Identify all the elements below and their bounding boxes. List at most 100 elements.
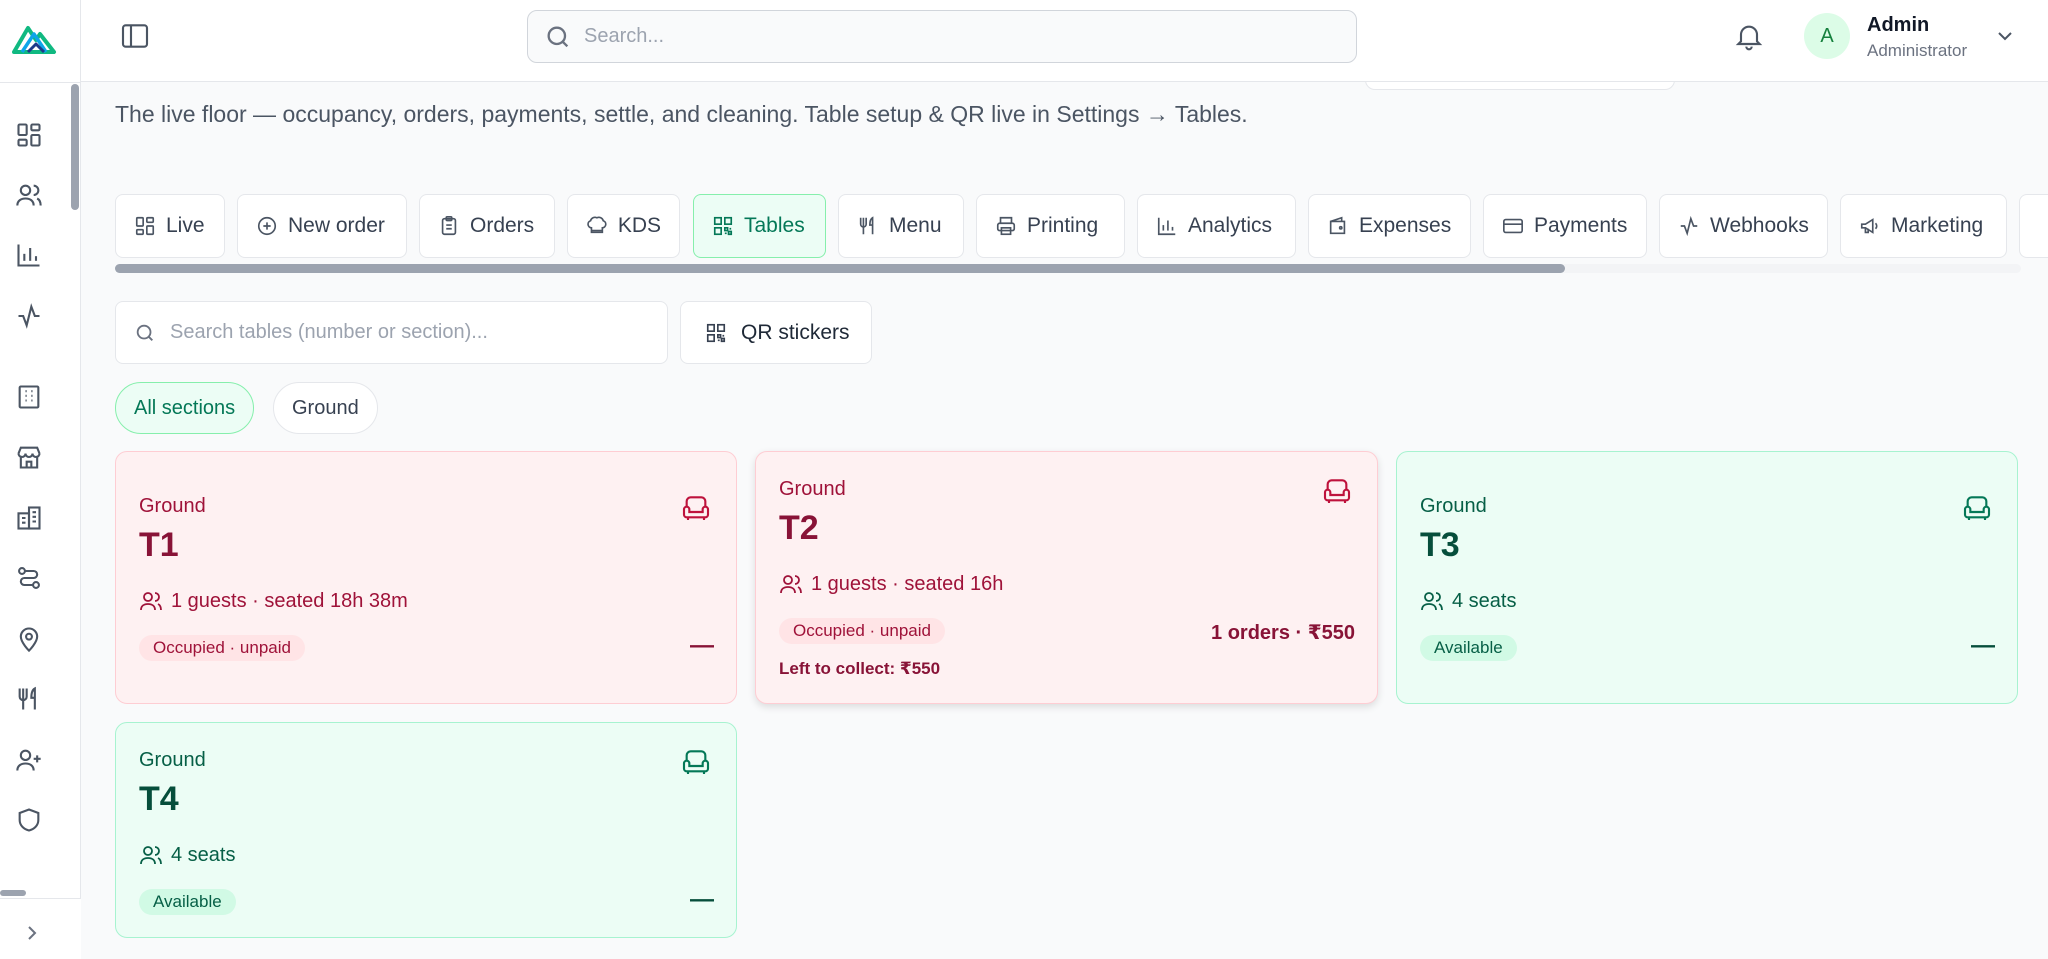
table-card-t4[interactable]: Ground T4 4 seats Available — [115, 722, 737, 938]
building-icon[interactable] [14, 382, 44, 412]
table-guests: 1 guests · seated 18h 38m [139, 589, 408, 613]
table-section: Ground [139, 495, 206, 517]
users-icon[interactable] [14, 180, 44, 210]
table-orders-summary: — [690, 886, 714, 913]
global-search-input[interactable] [584, 25, 1324, 48]
tab-label: Webhooks [1710, 214, 1809, 237]
tab-webhooks[interactable]: Webhooks [1659, 194, 1828, 258]
table-orders-summary: 1 orders · ₹550 [1211, 622, 1355, 644]
status-badge: Available [139, 889, 236, 915]
module-tabs: Live New order Orders KDS Tables Menu Pr… [115, 194, 2048, 258]
table-section: Ground [1420, 495, 1487, 517]
bar-chart-icon [1157, 217, 1176, 236]
users-icon [1421, 592, 1443, 611]
sidebar-toggle-icon[interactable] [119, 20, 151, 52]
activity-icon[interactable] [14, 301, 44, 331]
tab-analytics[interactable]: Analytics [1137, 194, 1296, 258]
header-action-box[interactable] [1365, 82, 1675, 90]
table-number: T2 [779, 509, 819, 547]
guests-text: 1 guests · seated 18h 38m [171, 589, 408, 612]
tab-label: Tables [744, 214, 805, 237]
table-seats: 4 seats [139, 843, 235, 867]
clipboard-icon [441, 216, 457, 236]
tabs-scrollbar[interactable] [115, 264, 1565, 273]
seats-text: 4 seats [1452, 589, 1517, 612]
table-number: T3 [1420, 526, 1460, 564]
table-number: T1 [139, 526, 179, 564]
table-guests: 1 guests · seated 16h [779, 572, 1003, 596]
qr-stickers-button[interactable]: QR stickers [680, 301, 872, 364]
tab-tables[interactable]: Tables [693, 194, 826, 258]
tab-label: Printing [1027, 214, 1099, 237]
table-card-t2[interactable]: Ground T2 1 guests · seated 16h Occupied… [755, 451, 1378, 704]
armchair-icon [1321, 475, 1353, 507]
tab-label: Marketing [1891, 214, 1984, 237]
table-number: T4 [139, 780, 179, 818]
filter-label: Ground [292, 396, 359, 419]
search-icon [544, 23, 572, 51]
bar-chart-icon[interactable] [14, 240, 44, 270]
tab-label: Payments [1534, 214, 1628, 237]
tab-kds[interactable]: KDS [567, 194, 680, 258]
user-name[interactable]: Admin [1867, 14, 1929, 37]
armchair-icon [680, 746, 712, 778]
tab-label: New order [288, 214, 385, 237]
store-icon[interactable] [14, 442, 44, 472]
utensils-icon [859, 216, 874, 235]
table-orders-summary: — [690, 632, 714, 659]
table-search[interactable] [115, 301, 668, 364]
table-card-t3[interactable]: Ground T3 4 seats Available — [1396, 451, 2018, 704]
table-card-t1[interactable]: Ground T1 1 guests · seated 18h 38m Occu… [115, 451, 737, 704]
tab-label: Expenses [1359, 214, 1452, 237]
qr-stickers-label: QR stickers [741, 320, 850, 344]
users-icon [780, 575, 802, 594]
bell-icon[interactable] [1733, 20, 1765, 52]
wallet-icon [1329, 216, 1346, 235]
tab-orders[interactable]: Orders [419, 194, 555, 258]
brand-logo-icon[interactable] [10, 18, 58, 58]
sidebar-scrollbar[interactable] [71, 84, 79, 210]
filter-label: All sections [134, 396, 236, 419]
map-pin-icon[interactable] [14, 624, 44, 654]
search-icon [134, 322, 156, 344]
sidebar [0, 0, 81, 959]
shield-icon[interactable] [14, 805, 44, 835]
tab-printing[interactable]: Printing [976, 194, 1125, 258]
global-search[interactable] [527, 10, 1357, 63]
credit-card-icon [1503, 218, 1523, 234]
tab-marketing[interactable]: Marketing [1840, 194, 2007, 258]
user-plus-icon[interactable] [14, 745, 44, 775]
tab-label: Orders [470, 214, 535, 237]
office-icon[interactable] [14, 503, 44, 533]
filter-ground[interactable]: Ground [273, 382, 378, 434]
users-icon [140, 592, 162, 611]
tab-new-order[interactable]: New order [237, 194, 407, 258]
tab-payments[interactable]: Payments [1483, 194, 1647, 258]
chevron-down-icon[interactable] [1993, 24, 2017, 48]
main-content: The live floor — occupancy, orders, paym… [81, 82, 2048, 959]
guests-text: 1 guests · seated 16h [811, 572, 1004, 595]
tab-overflow[interactable] [2019, 194, 2048, 258]
left-to-collect: Left to collect: ₹550 [779, 659, 941, 678]
table-search-input[interactable] [170, 321, 650, 344]
tab-label: Menu [889, 214, 942, 237]
sidebar-footer [0, 898, 81, 959]
table-section: Ground [139, 749, 206, 771]
route-icon[interactable] [14, 563, 44, 593]
filter-all-sections[interactable]: All sections [115, 382, 255, 434]
megaphone-icon [1860, 218, 1878, 234]
sidebar-horizontal-scrollbar[interactable] [0, 890, 26, 896]
table-section: Ground [779, 478, 846, 500]
tab-expenses[interactable]: Expenses [1308, 194, 1471, 258]
printer-icon [996, 216, 1016, 236]
status-badge: Occupied · unpaid [779, 618, 945, 644]
tab-menu[interactable]: Menu [838, 194, 964, 258]
dashboard-icon[interactable] [14, 120, 44, 150]
tab-label: Live [166, 214, 205, 237]
activity-icon [1680, 215, 1698, 237]
tab-live[interactable]: Live [115, 194, 225, 258]
chevron-right-icon[interactable] [20, 921, 44, 945]
avatar[interactable]: A [1804, 13, 1850, 59]
utensils-icon[interactable] [14, 684, 44, 714]
user-role: Administrator [1867, 41, 1968, 60]
